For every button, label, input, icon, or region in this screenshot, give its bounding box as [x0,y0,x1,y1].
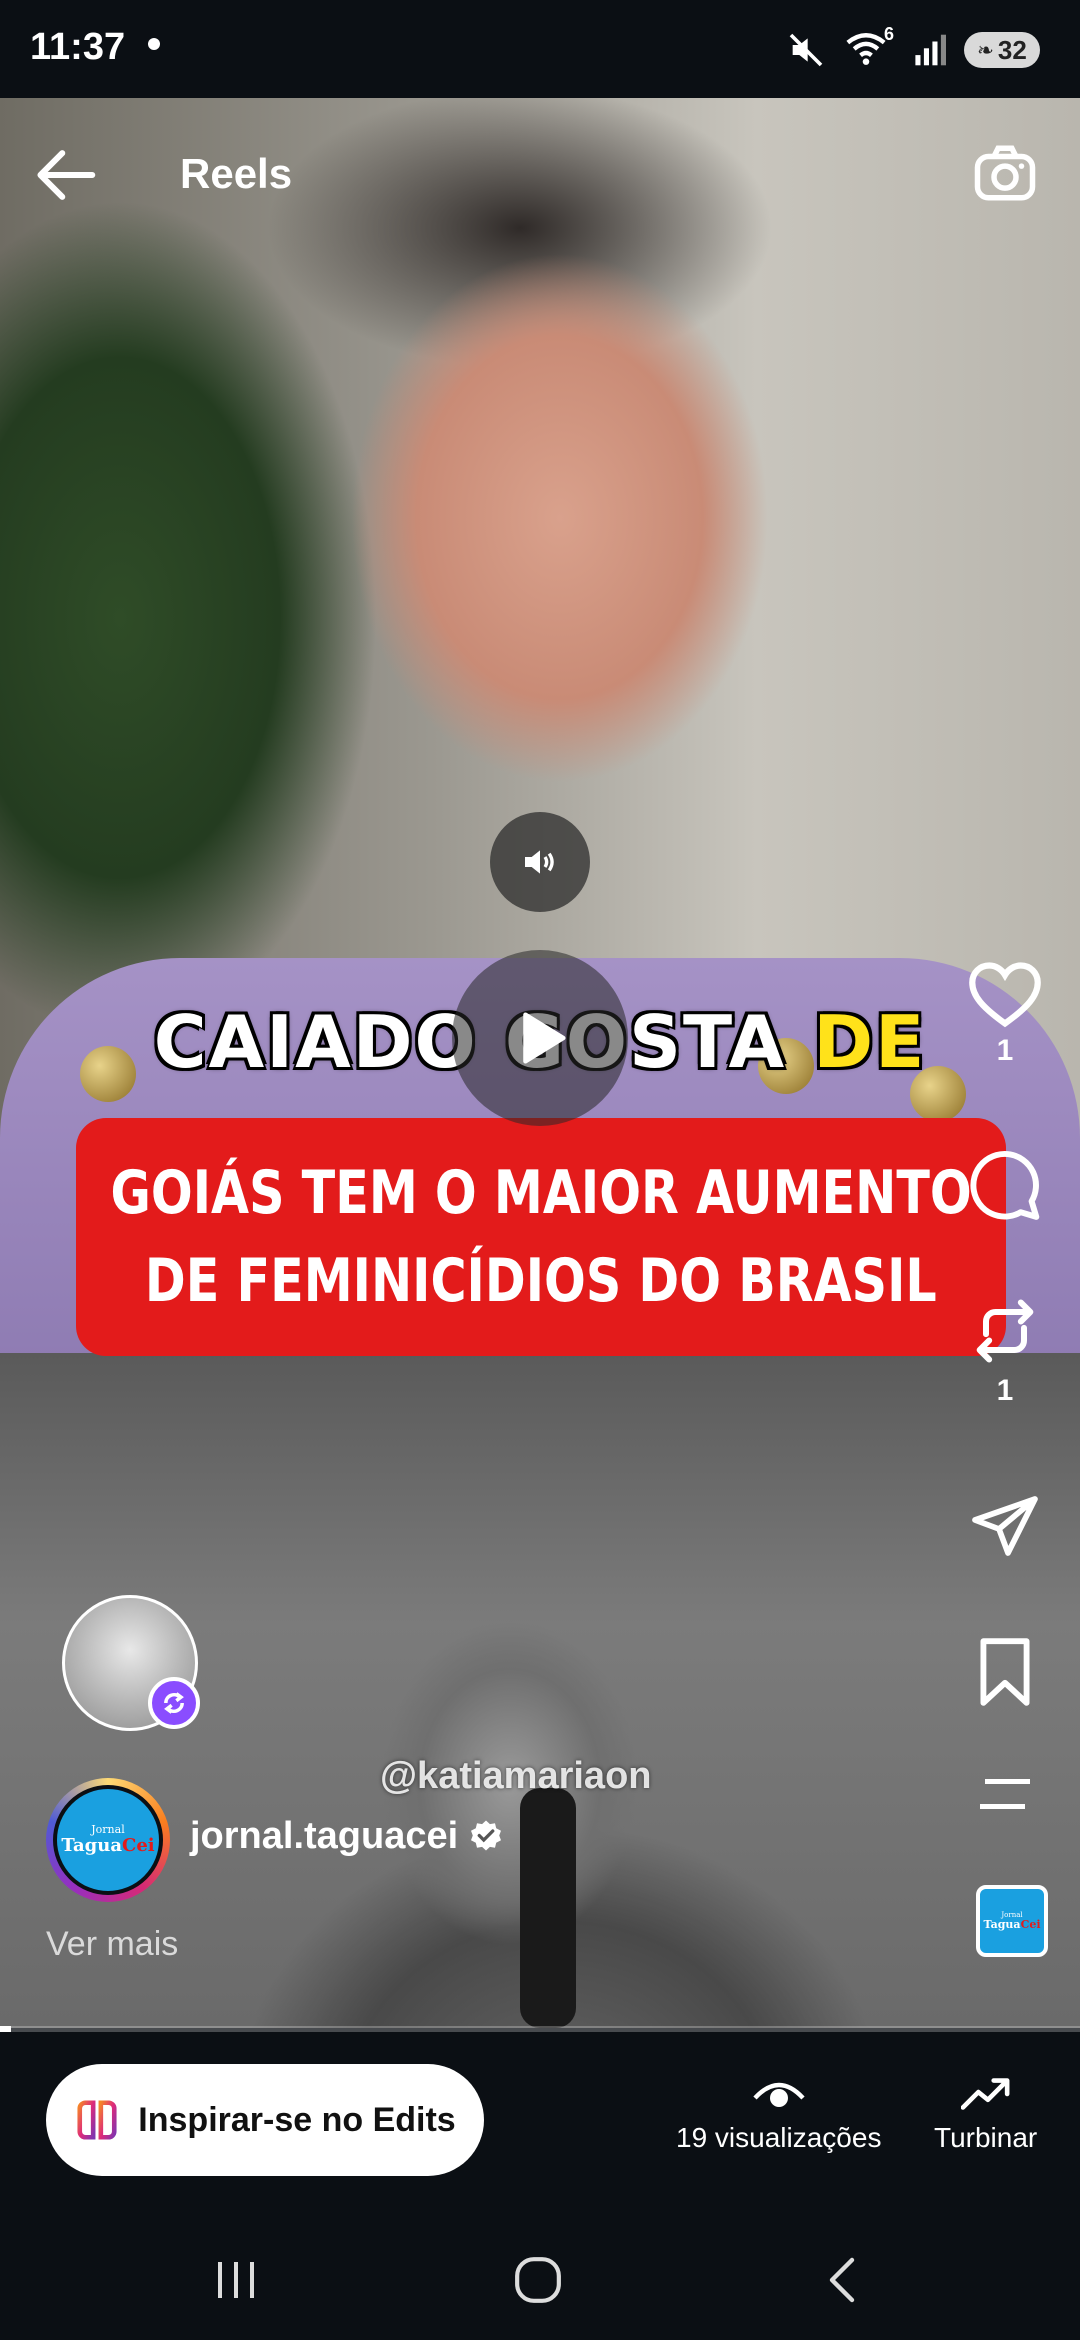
author-logo-part1: Tagua [61,1835,123,1856]
back-button[interactable] [32,145,102,205]
author-username: jornal.taguacei [190,1815,459,1857]
views-insight[interactable]: 19 visualizações [676,2076,881,2154]
author-logo: Jornal TaguaCei [53,1785,163,1895]
save-button[interactable] [960,1635,1050,1709]
caption-yellow-text: DE [813,1000,927,1084]
camera-button[interactable] [972,142,1042,208]
repost-count: 1 [996,1374,1014,1407]
status-time: 11:37 [30,26,126,68]
audio-logo-text: TaguaCei [983,1919,1040,1931]
sound-toggle-button[interactable] [490,812,590,912]
speaker-icon [525,850,554,874]
play-button[interactable] [452,950,628,1126]
recent-apps-icon [218,2262,254,2298]
author-logo-text: TaguaCei [61,1836,154,1856]
bookmark-icon [980,1638,1030,1706]
bottom-action-bar: Inspirar-se no Edits 19 visualizações Tu… [0,2032,1080,2220]
status-bar: 11:37 6 ❧ 32 [0,0,1080,98]
status-icons: 6 ❧ 32 [786,22,1040,78]
trending-up-icon [960,2078,1010,2110]
play-icon [523,1012,566,1064]
camera-icon [974,145,1036,201]
eye-icon [753,2082,805,2107]
audio-thumbnail[interactable]: Jornal TaguaCei [976,1885,1048,1957]
back-nav-button[interactable] [812,2250,872,2310]
arrow-left-icon [37,150,96,200]
audio-logo-part1: Tagua [983,1918,1021,1931]
repost-badge [148,1677,200,1729]
home-button[interactable] [508,2250,568,2310]
author-username-link[interactable]: jornal.taguacei [190,1815,504,1858]
repost-badge-icon [164,1692,184,1714]
boost-button[interactable]: Turbinar [934,2076,1037,2154]
mute-icon [789,33,823,67]
video-watermark: @katiamariaon [380,1755,652,1797]
like-button[interactable]: 1 [960,958,1050,1068]
see-more-link[interactable]: Ver mais [46,1925,178,1964]
edits-button-label: Inspirar-se no Edits [138,2100,456,2139]
author-logo-part2: Cei [122,1835,155,1856]
headline-banner: GOIÁS TEM O MAIOR AUMENTO DE FEMINICÍDIO… [76,1118,1006,1356]
signal-icon [915,34,946,66]
home-icon [515,2257,561,2303]
notification-dot [148,38,160,50]
back-chevron-icon [829,2257,855,2303]
share-button[interactable] [960,1490,1050,1562]
menu-lines-icon [980,1779,1030,1809]
verified-badge-icon [471,1820,502,1850]
audio-logo-part2: Cei [1020,1918,1041,1931]
battery-indicator: ❧ 32 [964,32,1040,68]
system-nav-bar [0,2220,1080,2340]
more-options-button[interactable] [960,1776,1050,1812]
battery-leaf-icon: ❧ [977,39,994,62]
wifi-badge: 6 [883,24,894,44]
recent-apps-button[interactable] [206,2250,266,2310]
author-avatar[interactable]: Jornal TaguaCei [46,1778,170,1902]
repost-button[interactable]: 1 [960,1292,1050,1408]
views-count-label: 19 visualizações [676,2122,882,2153]
headline-line-2: DE FEMINICÍDIOS DO BRASIL [145,1246,937,1316]
comment-button[interactable] [960,1148,1050,1220]
video-microphone [520,1788,576,2028]
repost-icon [976,1299,1034,1363]
boost-label: Turbinar [934,2122,1038,2153]
like-count: 1 [996,1034,1014,1067]
page-title: Reels [180,150,293,197]
heart-icon [969,962,1041,1028]
battery-level: 32 [997,34,1027,65]
wifi-icon: 6 [844,24,894,72]
comment-icon [970,1150,1040,1220]
edits-logo-icon [77,2100,117,2140]
edits-inspiration-button[interactable]: Inspirar-se no Edits [46,2064,484,2176]
send-icon [972,1496,1038,1556]
headline-line-1: GOIÁS TEM O MAIOR AUMENTO [110,1158,972,1228]
